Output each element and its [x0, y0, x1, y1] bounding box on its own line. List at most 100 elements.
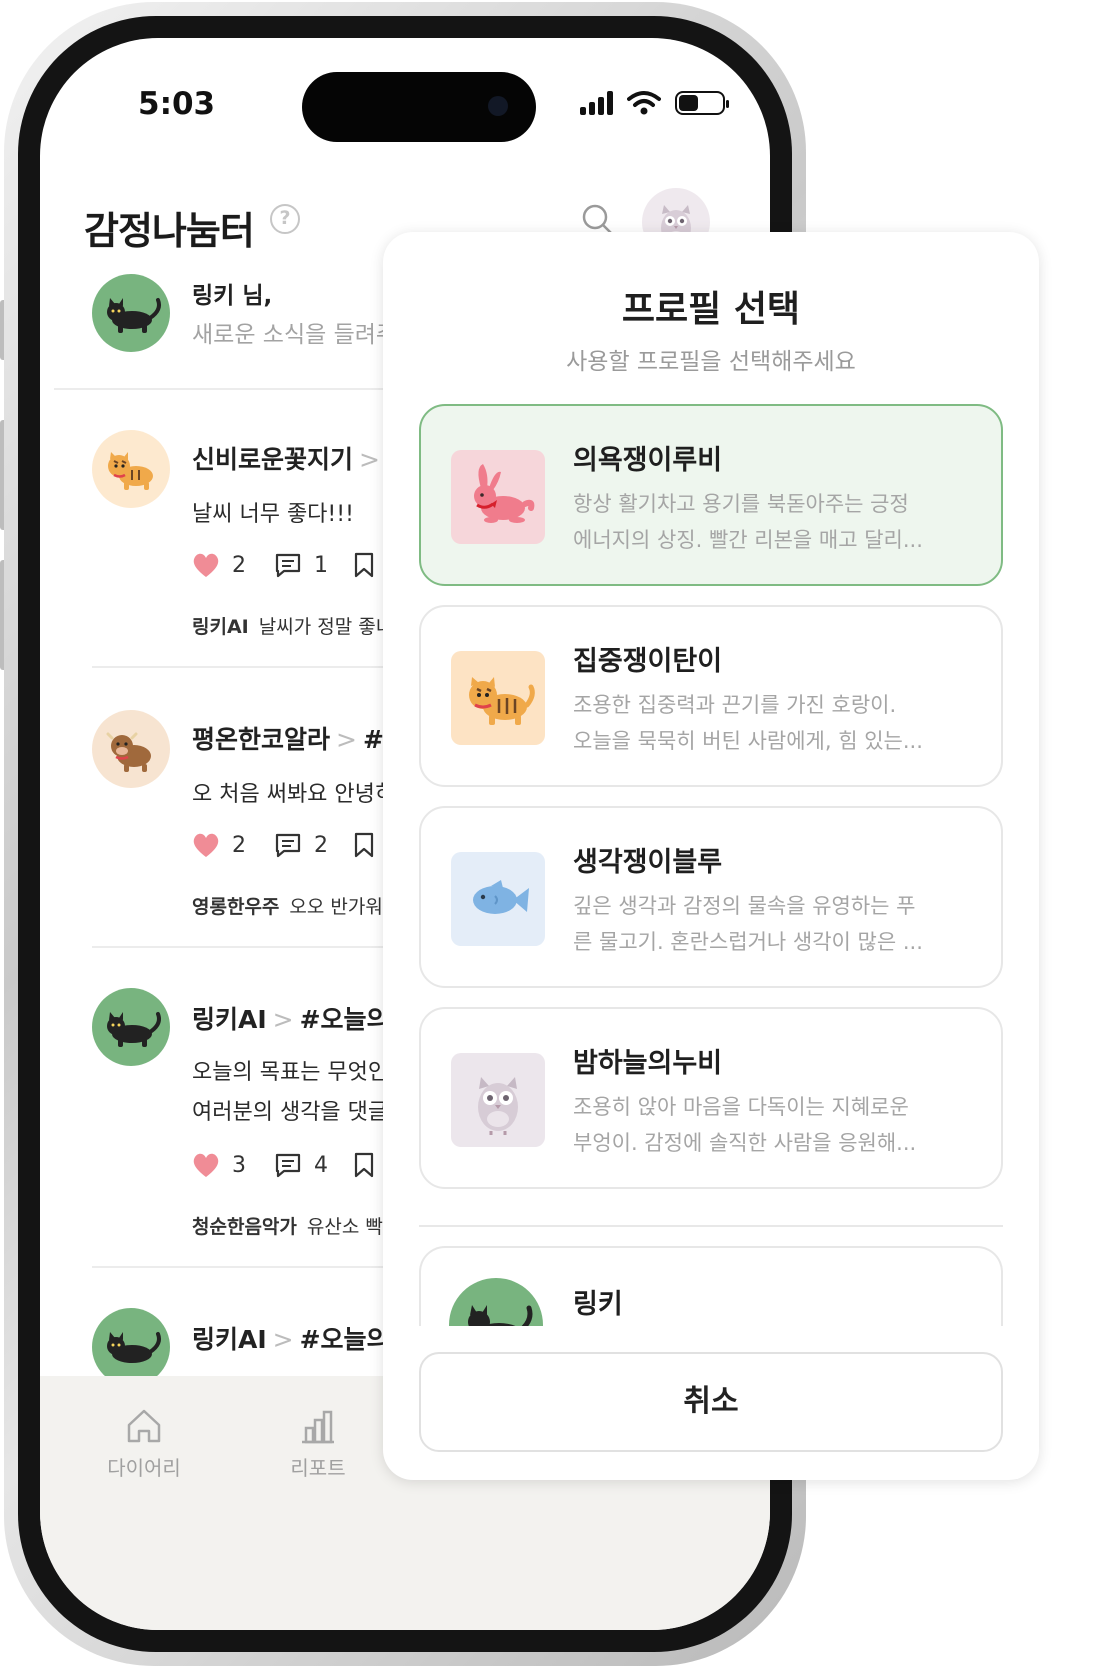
nav-label: 다이어리	[107, 1456, 181, 1480]
profile-description: 조용한 집중력과 끈기를 가진 호랑이. 오늘을 묵묵히 버틴 사람에게, 힘 …	[573, 687, 983, 759]
post-stats: 3 4	[192, 1152, 374, 1178]
camera-icon	[488, 96, 508, 116]
reply-author: 영롱한우주	[192, 896, 280, 918]
greeting-message: 새로운 소식을 들려주	[192, 322, 398, 348]
post-author-name: 링키AI	[192, 1005, 267, 1034]
post-tag: #오늘의	[299, 1005, 390, 1034]
comment-icon[interactable]	[274, 832, 302, 858]
reply-text: 유산소 빡	[306, 1216, 383, 1238]
modal-title: 프로필 선택	[621, 289, 801, 330]
heart-icon[interactable]	[192, 552, 220, 578]
post-separator: >	[359, 445, 380, 474]
home-icon	[127, 1409, 161, 1443]
bookmark-icon[interactable]	[354, 832, 374, 858]
user-avatar	[92, 274, 170, 352]
status-time: 5:03	[138, 86, 216, 122]
comment-count: 4	[314, 1152, 328, 1178]
profile-description-line: 깊은 생각과 감정의 물속을 유영하는 푸	[573, 894, 916, 918]
cat-icon	[107, 1012, 161, 1047]
nav-item-report[interactable]: 리포트	[258, 1406, 378, 1481]
post-separator: >	[272, 1325, 294, 1354]
bookmark-icon[interactable]	[354, 1152, 374, 1178]
reply-text: 날씨가 정말 좋너	[258, 616, 394, 638]
profile-card-nubi[interactable]: 밤하늘의누비 조용히 앉아 마음을 다독이는 지혜로운 부엉이. 감정에 솔직한…	[419, 1007, 1003, 1189]
owl-icon	[478, 1077, 518, 1135]
reply-preview: 영롱한우주 오오 반가워	[192, 892, 383, 919]
profile-description: 깊은 생각과 감정의 물속을 유영하는 푸 른 물고기. 혼란스럽거나 생각이 …	[573, 888, 983, 960]
cow-icon	[106, 732, 151, 772]
heart-icon[interactable]	[192, 832, 220, 858]
post-author: 링키AI > #오늘의	[192, 1320, 390, 1356]
profile-card-linky[interactable]: 링키	[419, 1246, 1003, 1326]
nav-label: 리포트	[290, 1456, 346, 1480]
comment-icon[interactable]	[274, 552, 302, 578]
fish-icon	[473, 880, 529, 914]
rabbit-icon	[474, 464, 535, 523]
modal-subtitle: 사용할 프로필을 선택해주세요	[566, 349, 856, 375]
post-author: 평온한코알라>#X	[192, 720, 403, 756]
reply-author: 청순한음악가	[192, 1216, 297, 1238]
tiger-icon	[108, 452, 153, 490]
profile-description-line: 항상 활기차고 용기를 북돋아주는 긍정	[573, 492, 909, 516]
nav-item-diary[interactable]: 다이어리	[84, 1406, 204, 1481]
reply-preview: 링키AI 날씨가 정말 좋너	[192, 612, 393, 639]
profile-name: 밤하늘의누비	[573, 1048, 723, 1079]
modal-divider	[419, 1225, 1003, 1227]
comment-count: 1	[314, 552, 328, 578]
status-icons	[580, 90, 729, 116]
heart-icon[interactable]	[192, 1152, 220, 1178]
profile-icon	[451, 852, 545, 946]
profile-description-line: 조용한 집중력과 끈기를 가진 호랑이.	[573, 693, 897, 717]
help-icon[interactable]: ?	[270, 204, 300, 234]
profile-description: 조용히 앉아 마음을 다독이는 지혜로운 부엉이. 감정에 솔직한 사람을 응원…	[573, 1089, 983, 1161]
profile-select-modal: 프로필 선택 사용할 프로필을 선택해주세요 의욕쟁이루비 항상 활기차고 용기…	[383, 232, 1039, 1480]
cancel-button[interactable]: 취소	[419, 1352, 1003, 1452]
profile-description: 항상 활기차고 용기를 북돋아주는 긍정 에너지의 상징. 빨간 리본을 매고 …	[573, 486, 983, 558]
post-body: 여러분의 생각을 댓글	[192, 1100, 389, 1125]
bookmark-icon[interactable]	[354, 552, 374, 578]
greeting-name: 링키 님,	[192, 283, 273, 309]
post-author: 신비로운꽃지기>#	[192, 440, 407, 476]
like-count: 3	[232, 1152, 246, 1178]
reply-author: 링키AI	[192, 616, 249, 638]
profile-icon	[451, 651, 545, 745]
wifi-icon	[627, 91, 661, 115]
profile-description-line: 른 물고기. 혼란스럽거나 생각이 많은 ...	[573, 930, 923, 954]
profile-icon	[451, 450, 545, 544]
like-count: 2	[232, 552, 246, 578]
profile-name: 생각쟁이블루	[573, 847, 723, 878]
post-author-name: 신비로운꽃지기	[192, 445, 354, 474]
battery-icon	[675, 91, 729, 115]
post-separator: >	[336, 725, 357, 754]
post-body: 오늘의 목표는 무엇인	[192, 1060, 389, 1085]
signal-icon	[580, 91, 613, 115]
bar-chart-icon	[302, 1410, 334, 1444]
post-stats: 2 1	[192, 552, 374, 578]
profile-icon	[449, 1278, 543, 1326]
reply-preview: 청순한음악가 유산소 빡	[192, 1212, 383, 1239]
profile-description-line: 오늘을 묵묵히 버틴 사람에게, 힘 있는...	[573, 729, 923, 753]
comment-icon[interactable]	[274, 1152, 302, 1178]
profile-name: 집중쟁이탄이	[573, 646, 723, 677]
cat-icon	[468, 1305, 533, 1326]
like-count: 2	[232, 832, 246, 858]
post-author: 링키AI > #오늘의	[192, 1000, 390, 1036]
profile-card-ruby[interactable]: 의욕쟁이루비 항상 활기차고 용기를 북돋아주는 긍정 에너지의 상징. 빨간 …	[419, 404, 1003, 586]
post-author-name: 평온한코알라	[192, 725, 331, 754]
post-avatar	[92, 988, 170, 1066]
profile-description-line: 부엉이. 감정에 솔직한 사람을 응원해...	[573, 1131, 917, 1155]
profile-description-line: 에너지의 상징. 빨간 리본을 매고 달리...	[573, 528, 923, 552]
profile-icon	[451, 1053, 545, 1147]
profile-name: 링키	[573, 1289, 623, 1320]
dynamic-island	[302, 72, 536, 142]
post-avatar	[92, 1308, 170, 1386]
post-author-name: 링키AI	[192, 1325, 267, 1354]
cat-icon	[107, 298, 161, 333]
profile-card-blue[interactable]: 생각쟁이블루 깊은 생각과 감정의 물속을 유영하는 푸 른 물고기. 혼란스럽…	[419, 806, 1003, 988]
post-stats: 2 2	[192, 832, 374, 858]
profile-description-line: 조용히 앉아 마음을 다독이는 지혜로운	[573, 1095, 909, 1119]
post-body: 오 처음 써봐요 안녕히	[192, 782, 396, 807]
comment-count: 2	[314, 832, 328, 858]
profile-card-tani[interactable]: 집중쟁이탄이 조용한 집중력과 끈기를 가진 호랑이. 오늘을 묵묵히 버틴 사…	[419, 605, 1003, 787]
post-avatar	[92, 710, 170, 788]
